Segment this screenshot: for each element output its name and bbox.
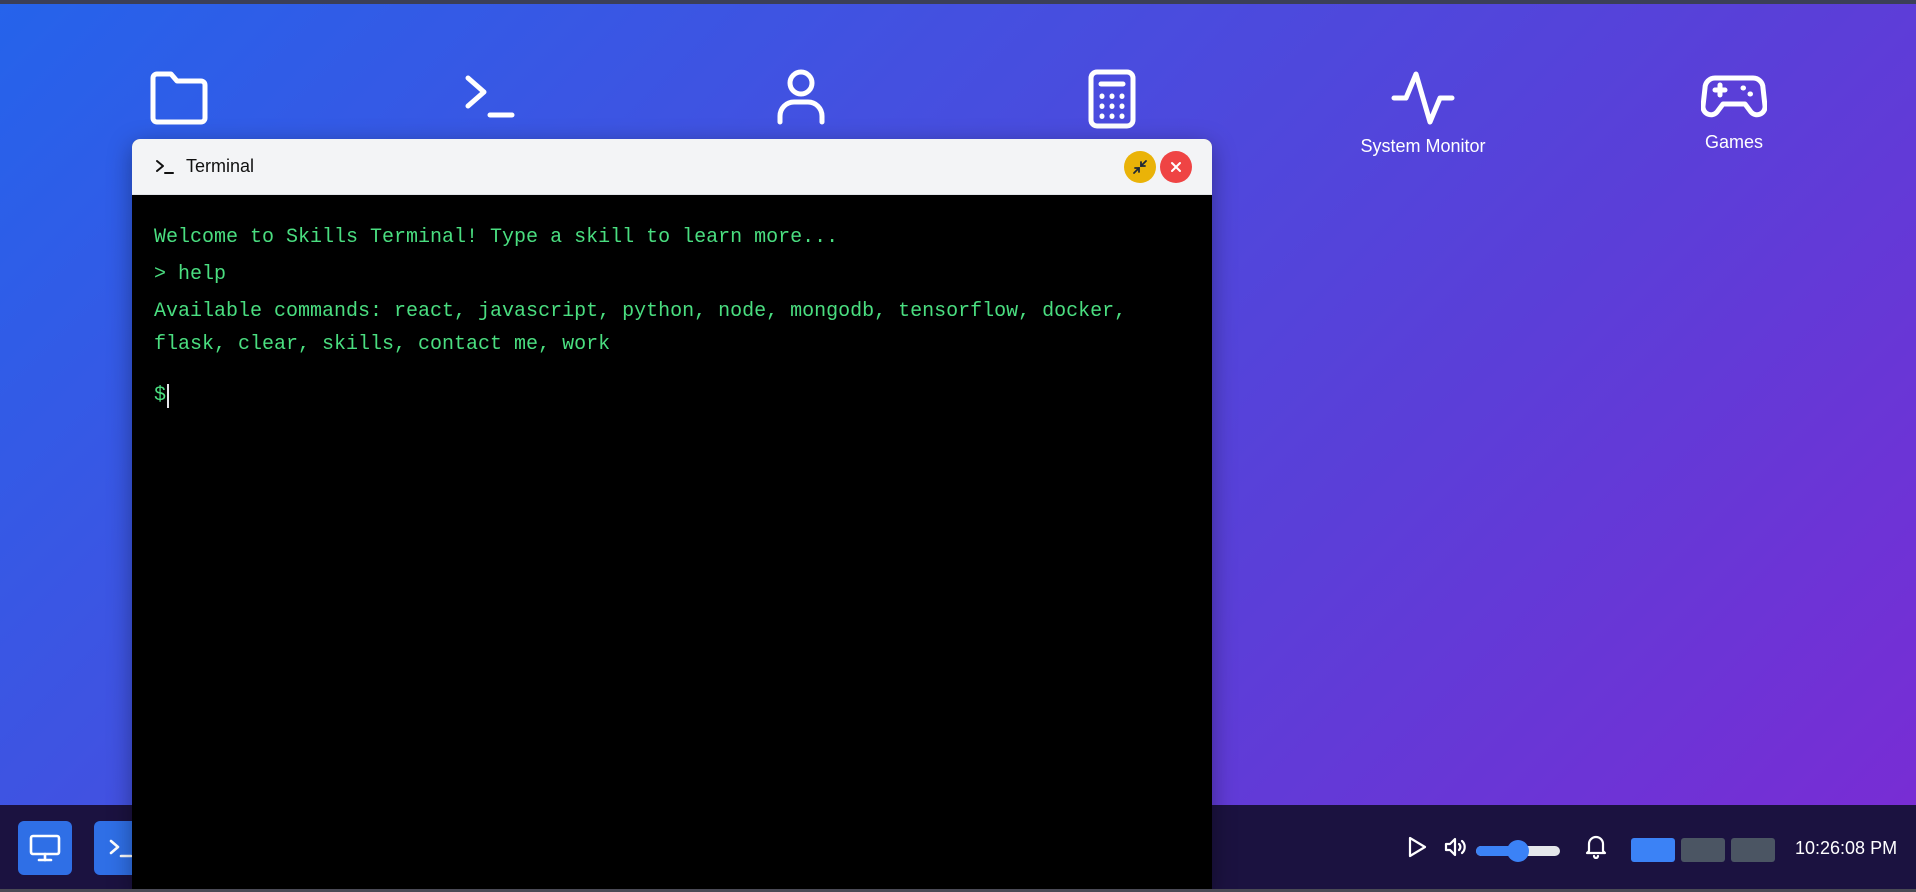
volume-slider-thumb[interactable] xyxy=(1507,840,1529,862)
window-title: Terminal xyxy=(186,156,255,176)
desktop: System Monitor Games 10:26:08 PM Termina… xyxy=(0,0,1916,892)
desktop-icon-label: System Monitor xyxy=(1360,136,1486,156)
volume-icon[interactable] xyxy=(1443,835,1467,859)
taskbar-clock: 10:26:08 PM xyxy=(1795,838,1898,858)
terminal-line: > help xyxy=(154,263,227,286)
user-icon xyxy=(777,69,825,125)
workspace-button[interactable] xyxy=(1731,838,1775,862)
close-icon xyxy=(1171,162,1181,172)
terminal-icon xyxy=(156,159,174,174)
minimize-icon xyxy=(1133,160,1147,174)
desktop-icon-games[interactable]: Games xyxy=(1644,68,1824,153)
terminal-prompt: $ xyxy=(154,384,167,407)
workspace-button[interactable] xyxy=(1681,838,1725,862)
activity-icon xyxy=(1391,71,1455,125)
bell-icon[interactable] xyxy=(1584,833,1608,859)
terminal-output[interactable]: Welcome to Skills Terminal! Type a skill… xyxy=(132,195,1212,438)
workspace-button[interactable] xyxy=(1631,838,1675,862)
taskbar-desktop-button[interactable] xyxy=(18,821,72,875)
minimize-button[interactable] xyxy=(1124,151,1156,183)
close-button[interactable] xyxy=(1160,151,1192,183)
desktop-icon-user[interactable] xyxy=(711,68,891,134)
terminal-line: Available commands: react, javascript, p… xyxy=(154,300,1139,356)
volume-slider[interactable] xyxy=(1476,840,1560,862)
monitor-icon xyxy=(29,834,61,862)
terminal-icon xyxy=(465,75,515,118)
top-border xyxy=(0,0,1916,4)
window-titlebar[interactable]: Terminal xyxy=(132,139,1212,195)
play-icon[interactable] xyxy=(1406,835,1428,859)
desktop-icon-system-monitor[interactable]: System Monitor xyxy=(1333,68,1513,157)
terminal-icon xyxy=(109,839,133,858)
desktop-icon-calculator[interactable] xyxy=(1022,68,1202,138)
desktop-icon-label: Games xyxy=(1704,132,1764,152)
terminal-line: Welcome to Skills Terminal! Type a skill… xyxy=(154,226,839,249)
calculator-icon xyxy=(1088,69,1136,129)
folder-icon xyxy=(150,71,208,125)
gamepad-icon xyxy=(1701,75,1767,118)
text-cursor xyxy=(167,383,170,408)
terminal-window[interactable]: Terminal Welcome to Skills Terminal! Typ… xyxy=(132,139,1212,892)
terminal-prompt-line[interactable]: $ xyxy=(154,379,1190,412)
desktop-icon-folder[interactable] xyxy=(89,68,269,134)
desktop-icon-terminal[interactable] xyxy=(400,68,580,132)
